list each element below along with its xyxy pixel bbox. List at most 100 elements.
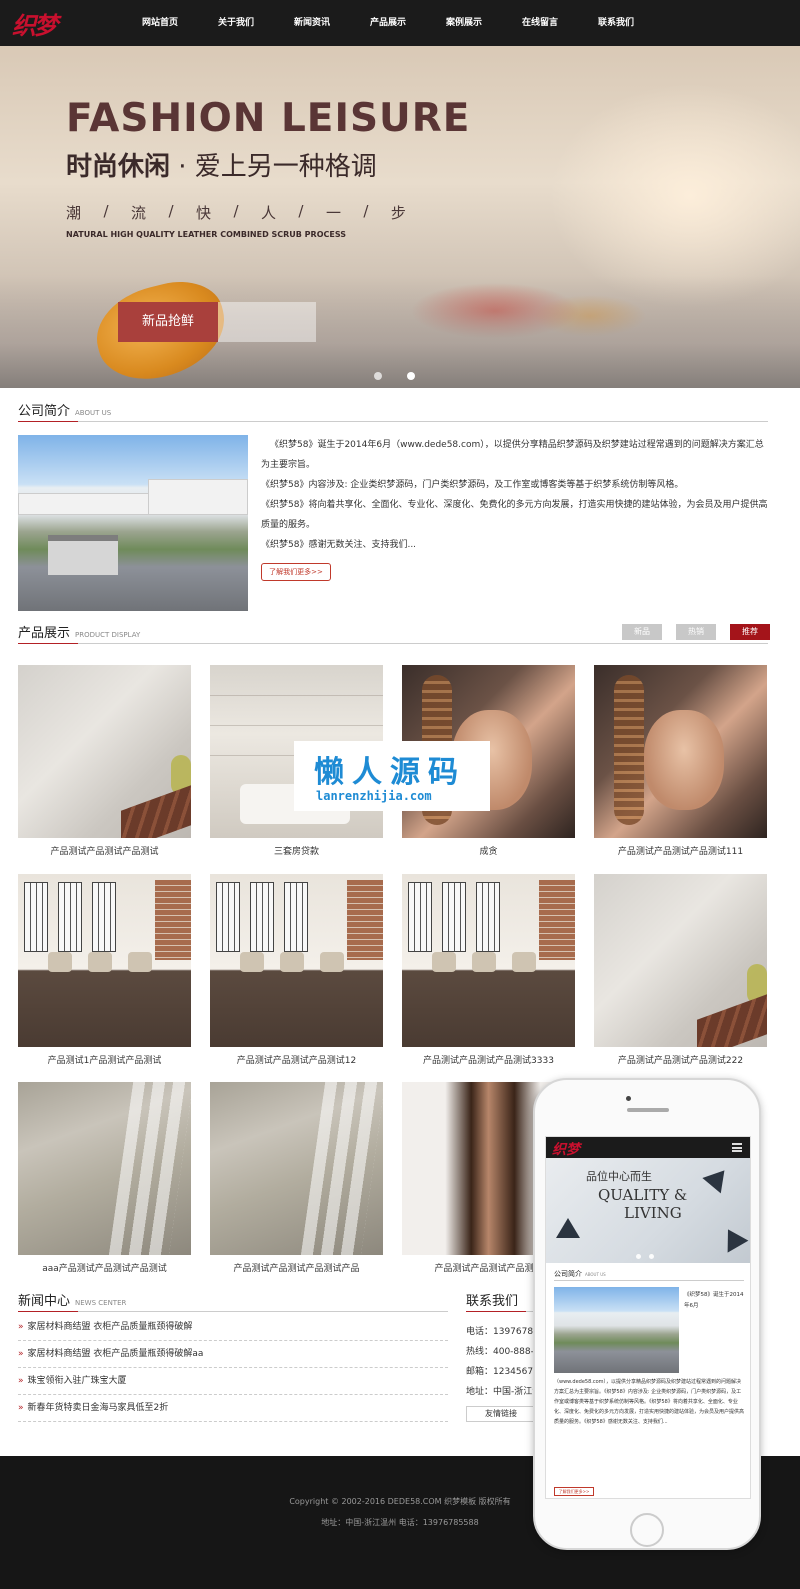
about-paragraph: 《织梦58》内容涉及: 企业类织梦源码，门户类织梦源码，及工作室或博客类等基于织… (261, 480, 684, 490)
arrow-icon: » (18, 1322, 24, 1332)
slogan-char: 潮 (66, 204, 82, 222)
product-image[interactable] (18, 874, 191, 1047)
gatehouse (48, 535, 118, 575)
friend-links-button[interactable]: 友情链接 (466, 1406, 536, 1422)
news-item[interactable]: » 新春年货特卖日金海马家具低至2折 (18, 1395, 448, 1422)
top-nav: 织梦 网站首页 关于我们 新闻资讯 产品展示 案例展示 在线留言 联系我们 (0, 0, 800, 46)
phone-screen: 织梦 品位中心而生 QUALITY & LIVING 公司简介 ABOUT US … (545, 1136, 751, 1499)
product-image[interactable] (594, 874, 767, 1047)
arrow-icon: » (18, 1349, 24, 1359)
mobile-company-photo (554, 1287, 679, 1373)
product-caption[interactable]: 产品测试产品测试产品测试222 (594, 1047, 767, 1075)
mobile-about-side: 《织梦58》诞生于2014年6月 (684, 1292, 744, 1309)
news-link[interactable]: 珠宝领衔入驻广珠宝大厦 (28, 1376, 127, 1386)
mobile-logo[interactable]: 织梦 (552, 1139, 580, 1159)
mobile-more-button[interactable]: 了解我们更多>> (554, 1487, 594, 1496)
product-card[interactable]: aaa产品测试产品测试产品测试 (18, 1082, 191, 1283)
products-title: 产品展示 (18, 626, 71, 641)
product-image[interactable] (402, 874, 575, 1047)
menu-icon[interactable] (732, 1143, 742, 1152)
news-link[interactable]: 家居材料商结盟 衣柜产品质量瓶颈得破解 (28, 1322, 193, 1332)
new-arrivals-button[interactable]: 新品抢鲜 (118, 302, 218, 342)
product-card[interactable]: 产品测试产品测试产品测试12 (210, 874, 383, 1075)
about-title-en: ABOUT US (75, 409, 112, 417)
slogan-sep: / (363, 202, 369, 220)
phone-mockup: 织梦 品位中心而生 QUALITY & LIVING 公司简介 ABOUT US … (533, 1078, 761, 1550)
product-tabs: 新品 热销 推荐 (622, 624, 770, 640)
nav-item-home[interactable]: 网站首页 (122, 0, 198, 46)
about-section-header: 公司简介 ABOUT US (18, 400, 768, 422)
tab-hot[interactable]: 热销 (676, 624, 716, 640)
slider-dots (374, 372, 415, 380)
arrow-icon: » (18, 1376, 24, 1386)
product-caption[interactable]: 产品测试产品测试产品测试111 (594, 838, 767, 866)
mobile-banner-line1: 品位中心而生 (586, 1170, 652, 1183)
slider-dot-active[interactable] (407, 372, 415, 380)
nav-item-cases[interactable]: 案例展示 (426, 0, 502, 46)
product-caption[interactable]: 产品测试产品测试产品测试 (18, 838, 191, 866)
nav-item-contact[interactable]: 联系我们 (578, 0, 654, 46)
about-text: 《织梦58》诞生于2014年6月（www.dede58.com），以提供分享精品… (261, 435, 769, 555)
news-item[interactable]: » 家居材料商结盟 衣柜产品质量瓶颈得破解 (18, 1314, 448, 1341)
mobile-slider-dots (636, 1254, 654, 1259)
slider-dot[interactable] (374, 372, 382, 380)
product-card[interactable]: 产品测试1产品测试产品测试 (18, 874, 191, 1075)
mobile-about-text: （www.dede58.com），以提供分享精品织梦源码及织梦建站过程常遇到的问… (554, 1379, 745, 1425)
mobile-nav: 织梦 (546, 1137, 750, 1159)
slogan-sep: / (103, 202, 109, 220)
nav-item-products[interactable]: 产品展示 (350, 0, 426, 46)
product-image[interactable] (18, 665, 191, 838)
banner-title: FASHION LEISURE (66, 96, 471, 141)
product-caption[interactable]: 产品测试产品测试产品测试12 (210, 1047, 383, 1075)
mobile-about-title-en: ABOUT US (585, 1272, 606, 1277)
home-button[interactable] (630, 1513, 664, 1547)
banner-subtitle: 时尚休闲 · 爱上另一种格调 (66, 146, 377, 183)
product-image[interactable] (18, 1082, 191, 1255)
watermark-title: 懒人源码 (314, 755, 466, 790)
news-item[interactable]: » 家居材料商结盟 衣柜产品质量瓶颈得破解aa (18, 1341, 448, 1368)
company-photo (18, 435, 248, 611)
product-card[interactable]: 产品测试产品测试产品测试222 (594, 874, 767, 1075)
product-caption[interactable]: aaa产品测试产品测试产品测试 (18, 1255, 191, 1283)
product-card[interactable]: 产品测试产品测试产品测试3333 (402, 874, 575, 1075)
product-image[interactable] (210, 874, 383, 1047)
slogan-sep: / (233, 202, 239, 220)
slogan-sep: / (298, 202, 304, 220)
about-paragraph: 《织梦58》将向着共享化、全面化、专业化、深度化、免费化的多元方向发展，打造实用… (261, 500, 768, 530)
news-link[interactable]: 新春年货特卖日金海马家具低至2折 (28, 1403, 169, 1413)
about-paragraph: 《织梦58》诞生于2014年6月（www.dede58.com），以提供分享精品… (261, 440, 764, 470)
nav-item-about[interactable]: 关于我们 (198, 0, 274, 46)
news-section-header: 新闻中心 NEWS CENTER (18, 1290, 448, 1312)
tab-new[interactable]: 新品 (622, 624, 662, 640)
product-caption[interactable]: 产品测试产品测试产品测试产品 (210, 1255, 383, 1283)
contact-title: 联系我们 (466, 1294, 519, 1309)
slogan-char: 一 (325, 204, 341, 222)
watermark-badge: 懒人源码 lanrenzhijia.com (294, 741, 490, 811)
product-card[interactable]: 产品测试产品测试产品测试 (18, 665, 191, 866)
news-list: » 家居材料商结盟 衣柜产品质量瓶颈得破解 » 家居材料商结盟 衣柜产品质量瓶颈得破… (18, 1314, 448, 1422)
product-card[interactable]: 产品测试产品测试产品测试111 (594, 665, 767, 866)
news-item[interactable]: » 珠宝领衔入驻广珠宝大厦 (18, 1368, 448, 1395)
product-caption[interactable]: 成贪 (402, 838, 575, 866)
product-caption[interactable]: 产品测试产品测试产品测试3333 (402, 1047, 575, 1075)
news-link[interactable]: 家居材料商结盟 衣柜产品质量瓶颈得破解aa (28, 1349, 204, 1359)
product-caption[interactable]: 三套房贷款 (210, 838, 383, 866)
speaker-icon (627, 1108, 669, 1112)
nav-item-message[interactable]: 在线留言 (502, 0, 578, 46)
hero-banner: FASHION LEISURE 时尚休闲 · 爱上另一种格调 潮 / 流 / 快… (0, 46, 800, 391)
product-image[interactable] (210, 1082, 383, 1255)
site-logo[interactable]: 织梦 (12, 6, 58, 41)
mobile-about-title: 公司简介 (554, 1270, 582, 1278)
product-image[interactable] (594, 665, 767, 838)
slogan-char: 步 (390, 204, 406, 222)
product-card[interactable]: 产品测试产品测试产品测试产品 (210, 1082, 383, 1283)
arrow-icon: » (18, 1403, 24, 1413)
nav-item-news[interactable]: 新闻资讯 (274, 0, 350, 46)
banner-subtitle-bold: 时尚休闲 (66, 152, 171, 182)
product-caption[interactable]: 产品测试1产品测试产品测试 (18, 1047, 191, 1075)
mobile-banner-line3: LIVING (624, 1204, 682, 1222)
about-more-button[interactable]: 了解我们更多>> (261, 563, 331, 581)
banner-button-ghost (218, 302, 316, 342)
tab-recommended[interactable]: 推荐 (730, 624, 770, 640)
slogan-char: 人 (260, 204, 276, 222)
